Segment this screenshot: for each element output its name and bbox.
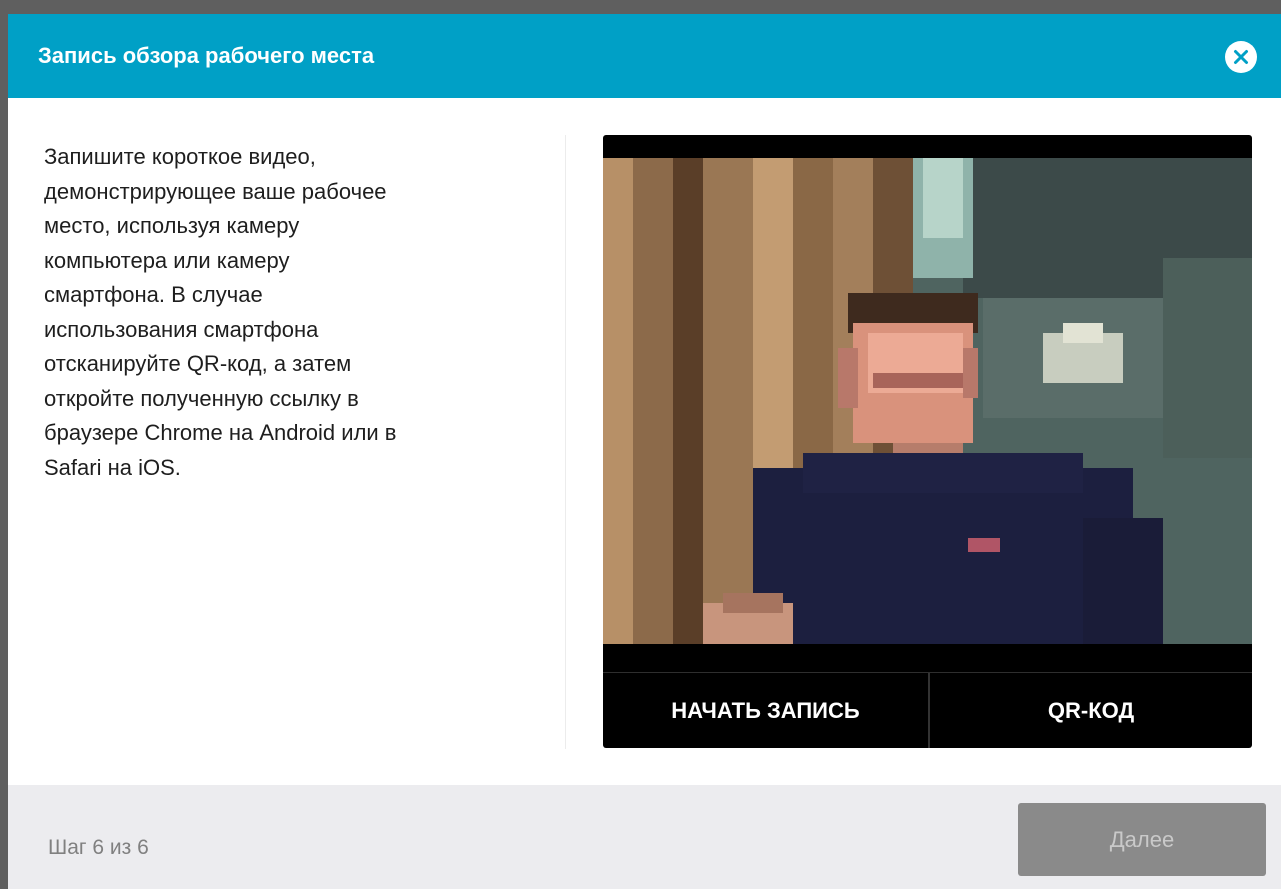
content-divider [565,135,566,749]
workplace-review-dialog: Запись обзора рабочего места Запишите ко… [8,14,1281,889]
video-controls: НАЧАТЬ ЗАПИСЬ QR-КОД [603,672,1252,748]
qr-code-button[interactable]: QR-КОД [930,673,1252,748]
step-indicator: Шаг 6 из 6 [48,836,149,859]
start-recording-button[interactable]: НАЧАТЬ ЗАПИСЬ [603,673,928,748]
dialog-header: Запись обзора рабочего места [8,14,1281,98]
instructions-text: Запишите короткое видео, демонстрирующее… [44,144,397,480]
camera-preview [603,158,1252,644]
close-button[interactable] [1225,41,1257,73]
dialog-title: Запись обзора рабочего места [38,43,375,68]
dialog-footer: Шаг 6 из 6 Далее [8,785,1281,889]
next-button[interactable]: Далее [1018,803,1266,876]
close-icon [1234,50,1248,64]
video-recorder: НАЧАТЬ ЗАПИСЬ QR-КОД [603,135,1252,748]
